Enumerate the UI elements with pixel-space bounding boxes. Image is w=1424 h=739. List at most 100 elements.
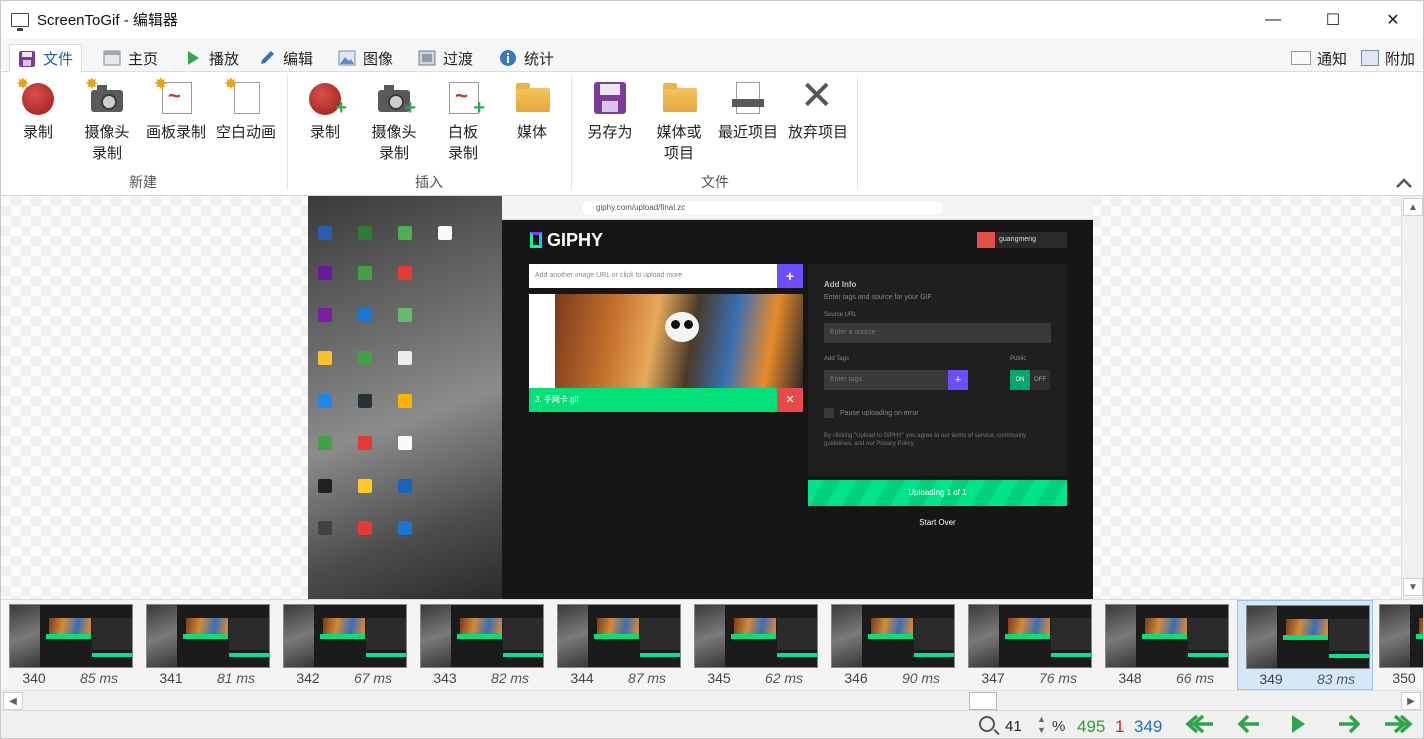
tab-edit[interactable]: 编辑 bbox=[250, 44, 321, 72]
extras-button[interactable]: 附加 bbox=[1361, 44, 1415, 72]
add-info-title: Add Info bbox=[824, 280, 857, 289]
scrollbar-thumb[interactable] bbox=[969, 692, 997, 710]
frame-item[interactable]: 343 82 ms bbox=[412, 600, 548, 690]
blank-animation-button[interactable]: ✸ 空白动画 bbox=[211, 76, 281, 143]
frame-number: 350 bbox=[1392, 670, 1416, 686]
minimize-button[interactable]: — bbox=[1243, 1, 1303, 39]
group-label-file: 文件 bbox=[701, 174, 729, 190]
last-frame-button[interactable] bbox=[1383, 713, 1415, 737]
tab-statistics[interactable]: 统计 bbox=[491, 44, 562, 72]
group-label-insert: 插入 bbox=[415, 174, 443, 190]
frame-item[interactable]: 348 66 ms bbox=[1097, 600, 1233, 690]
open-media-project-label: 媒体或 项目 bbox=[656, 124, 702, 162]
add-info-subtitle: Enter tags and source for your GIF bbox=[824, 294, 932, 301]
frame-number: 346 bbox=[844, 670, 868, 686]
title-bar: ScreenToGif - 编辑器 — ☐ ✕ bbox=[0, 0, 1424, 38]
tab-label: 过渡 bbox=[443, 50, 474, 68]
frame-item[interactable]: 342 67 ms bbox=[275, 600, 411, 690]
public-on-toggle: ON bbox=[1010, 370, 1030, 390]
tab-file[interactable]: 文件 bbox=[9, 44, 83, 73]
blank-animation-label: 空白动画 bbox=[215, 124, 276, 141]
ribbon-separator bbox=[857, 76, 858, 190]
ribbon-tabs: 文件 主页 播放 编辑 图像 过渡 统计 通知 附加 bbox=[0, 38, 1424, 73]
frame-thumbnail bbox=[1246, 605, 1370, 669]
frame-number: 349 bbox=[1259, 671, 1283, 687]
frame-number: 344 bbox=[570, 670, 594, 686]
tab-transition[interactable]: 过渡 bbox=[410, 44, 481, 72]
discard-project-button[interactable]: ✕ 放弃项目 bbox=[783, 74, 853, 143]
tab-home[interactable]: 主页 bbox=[95, 44, 166, 72]
frame-thumbnail bbox=[283, 604, 407, 668]
record-button[interactable]: ✸ 录制 bbox=[3, 76, 73, 143]
giphy-add-icon: + bbox=[777, 264, 803, 288]
public-label: Public bbox=[1010, 356, 1027, 362]
play-icon bbox=[1292, 715, 1305, 733]
frame-item-selected[interactable]: 349 83 ms bbox=[1237, 600, 1373, 690]
filmstrip-horizontal-scrollbar[interactable]: ◀ ▶ bbox=[0, 690, 1424, 710]
group-label-new: 新建 bbox=[129, 174, 157, 190]
maximize-button[interactable]: ☐ bbox=[1303, 1, 1363, 39]
insert-record-button[interactable]: + 录制 bbox=[290, 80, 360, 143]
tab-image[interactable]: 图像 bbox=[330, 44, 401, 72]
discard-icon: ✕ bbox=[800, 74, 834, 118]
panda-figure bbox=[665, 312, 699, 342]
scroll-left-icon[interactable]: ◀ bbox=[3, 692, 23, 710]
frame-number: 348 bbox=[1118, 670, 1142, 686]
insert-board-button[interactable]: + 白板 录制 bbox=[428, 80, 498, 164]
frame-item[interactable]: 345 62 ms bbox=[686, 600, 822, 690]
recent-projects-button[interactable]: 最近项目 bbox=[713, 80, 783, 143]
collapse-ribbon-icon[interactable] bbox=[1395, 176, 1413, 192]
frame-item[interactable]: 340 85 ms bbox=[1, 600, 137, 690]
insert-media-button[interactable]: 媒体 bbox=[497, 80, 567, 143]
frame-number: 345 bbox=[707, 670, 731, 686]
frame-number: 341 bbox=[159, 670, 183, 686]
scroll-down-icon[interactable]: ▼ bbox=[1403, 578, 1423, 596]
pause-label: Pause uploading on error bbox=[840, 410, 919, 417]
frame-item[interactable]: 347 76 ms bbox=[960, 600, 1096, 690]
save-as-button[interactable]: 另存为 bbox=[575, 80, 645, 143]
frame-number: 342 bbox=[296, 670, 320, 686]
frame-item[interactable]: 344 87 ms bbox=[549, 600, 685, 690]
blank-page-icon: ✸ bbox=[224, 76, 264, 116]
webcam-record-label: 摄像头 录制 bbox=[84, 124, 130, 162]
transition-icon bbox=[418, 49, 436, 67]
frame-delay: 81 ms bbox=[216, 670, 256, 686]
first-frame-button[interactable] bbox=[1183, 713, 1215, 737]
frame-delay: 90 ms bbox=[901, 670, 941, 686]
desktop-background bbox=[308, 196, 502, 599]
canvas-vertical-scrollbar[interactable]: ▲ ▼ bbox=[1401, 196, 1424, 599]
add-tags-label: Add Tags bbox=[824, 356, 849, 362]
frame-filmstrip[interactable]: 340 85 ms 341 81 ms 342 67 ms 343 82 ms … bbox=[0, 599, 1424, 690]
frame-thumbnail bbox=[968, 604, 1092, 668]
insert-media-label: 媒体 bbox=[516, 124, 547, 141]
scroll-right-icon[interactable]: ▶ bbox=[1401, 692, 1421, 710]
editor-canvas[interactable]: giphy.com/upload/final.zc GIPHY guangmen… bbox=[0, 196, 1401, 599]
frame-thumbnail bbox=[9, 604, 133, 668]
scroll-up-icon[interactable]: ▲ bbox=[1403, 198, 1423, 216]
notifications-button[interactable]: 通知 bbox=[1291, 44, 1347, 72]
frame-thumbnail bbox=[694, 604, 818, 668]
webcam-record-button[interactable]: ✸ 摄像头 录制 bbox=[72, 76, 142, 164]
public-off-toggle: OFF bbox=[1030, 370, 1050, 390]
zoom-stepper[interactable]: ▲ ▼ bbox=[1037, 714, 1046, 736]
next-frame-button[interactable] bbox=[1337, 713, 1361, 737]
insert-webcam-button[interactable]: + 摄像头 录制 bbox=[359, 80, 429, 164]
open-media-project-button[interactable]: 媒体或 项目 bbox=[644, 80, 714, 164]
record-icon: ✸ bbox=[16, 76, 56, 116]
recent-projects-label: 最近项目 bbox=[717, 124, 778, 141]
total-frames-count: 495 bbox=[1077, 717, 1106, 736]
frame-item[interactable]: 341 81 ms bbox=[138, 600, 274, 690]
frame-item[interactable]: 346 90 ms bbox=[823, 600, 959, 690]
record-label: 录制 bbox=[22, 124, 53, 141]
tab-playback[interactable]: 播放 bbox=[176, 44, 247, 72]
status-bar: 41 ▲ ▼ % 495 1 349 bbox=[0, 710, 1424, 739]
giphy-url-input: Add another image URL or click to upload… bbox=[529, 264, 777, 288]
zoom-input[interactable]: 41 bbox=[1005, 718, 1022, 735]
play-button[interactable] bbox=[1289, 713, 1307, 737]
uploading-progress: Uploading 1 of 1 bbox=[808, 480, 1067, 506]
window-controls: — ☐ ✕ bbox=[1243, 1, 1423, 39]
close-button[interactable]: ✕ bbox=[1363, 1, 1423, 39]
board-record-button[interactable]: ✸ 画板录制 bbox=[141, 76, 211, 143]
frame-item[interactable]: 350 bbox=[1371, 600, 1423, 690]
previous-frame-button[interactable] bbox=[1237, 713, 1261, 737]
